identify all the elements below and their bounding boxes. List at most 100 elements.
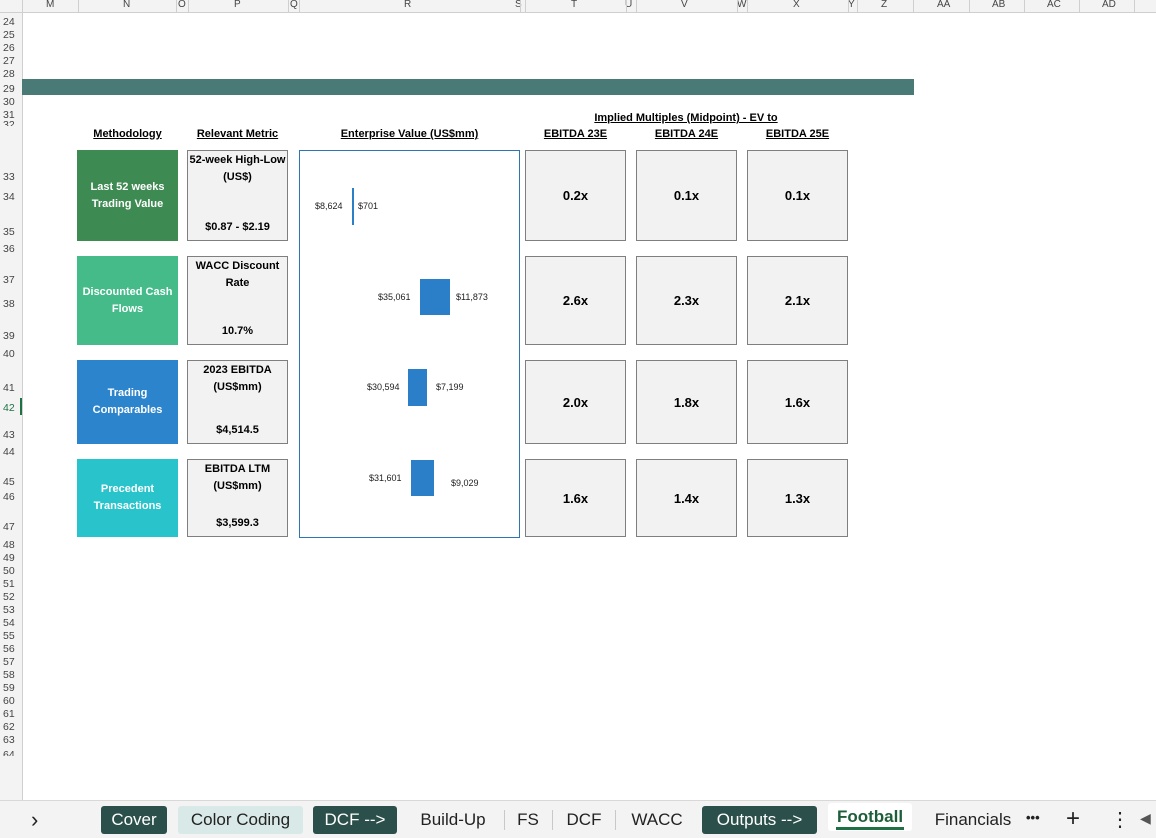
row-header-51[interactable]: 51 (3, 578, 15, 590)
multiple-cell[interactable]: 1.8x (636, 360, 737, 444)
row-header-39[interactable]: 39 (3, 330, 15, 342)
multiple-cell[interactable]: 2.0x (525, 360, 626, 444)
method-cell-52-week[interactable]: Last 52 weeks Trading Value (77, 150, 178, 241)
row-header-50[interactable]: 50 (3, 565, 15, 577)
row-header-47[interactable]: 47 (3, 521, 15, 533)
row-header-62[interactable]: 62 (3, 721, 15, 733)
multiple-cell[interactable]: 1.6x (747, 360, 848, 444)
row-header-58[interactable]: 58 (3, 669, 15, 681)
row-header-49[interactable]: 49 (3, 552, 15, 564)
column-header-n[interactable]: N (123, 0, 130, 10)
row-header-40[interactable]: 40 (3, 348, 15, 360)
row-header-63[interactable]: 63 (3, 734, 15, 746)
column-divider (1134, 0, 1135, 12)
row-header-32[interactable]: 32 (3, 119, 15, 126)
metric-box-precedent[interactable]: EBITDA LTM (US$mm) $3,599.3 (187, 459, 288, 537)
row-header-44[interactable]: 44 (3, 446, 15, 458)
multiple-cell[interactable]: 1.3x (747, 459, 848, 537)
column-header-bar[interactable]: M N O P Q R S T U V W X Y Z AA AB AC AD (0, 0, 1156, 13)
row-header-42[interactable]: 42 (3, 402, 15, 414)
row-header-33[interactable]: 33 (3, 171, 15, 183)
row-header-54[interactable]: 54 (3, 617, 15, 629)
tab-cover[interactable]: Cover (101, 806, 167, 834)
tab-build-up[interactable]: Build-Up (408, 806, 498, 834)
multiple-cell[interactable]: 1.4x (636, 459, 737, 537)
more-sheets-icon[interactable]: ••• (1026, 810, 1040, 825)
multiple-cell[interactable]: 2.1x (747, 256, 848, 345)
row-header-38[interactable]: 38 (3, 298, 15, 310)
column-header-r[interactable]: R (404, 0, 411, 10)
column-header-t[interactable]: T (571, 0, 577, 10)
row-header-46[interactable]: 46 (3, 491, 15, 503)
row-header-25[interactable]: 25 (3, 29, 15, 41)
ev-bar-precedent (411, 460, 434, 496)
row-header-30[interactable]: 30 (3, 96, 15, 108)
column-header-ab[interactable]: AB (992, 0, 1005, 10)
tab-dcf-section[interactable]: DCF --> (313, 806, 397, 834)
column-header-w[interactable]: W (737, 0, 746, 10)
tab-outputs-section[interactable]: Outputs --> (702, 806, 817, 834)
tab-financials[interactable]: Financials (924, 806, 1022, 834)
row-header-56[interactable]: 56 (3, 643, 15, 655)
row-header-36[interactable]: 36 (3, 243, 15, 255)
methodology-header: Methodology (93, 128, 162, 140)
row-header-29[interactable]: 29 (3, 83, 15, 95)
row-header-61[interactable]: 61 (3, 708, 15, 720)
column-header-y[interactable]: Y (848, 0, 855, 10)
row-header-26[interactable]: 26 (3, 42, 15, 54)
column-header-p[interactable]: P (234, 0, 241, 10)
tab-wacc[interactable]: WACC (620, 806, 694, 834)
row-header-24[interactable]: 24 (3, 16, 15, 28)
metric-box-52-week[interactable]: 52-week High-Low (US$) $0.87 - $2.19 (187, 150, 288, 241)
enterprise-value-chart[interactable]: $8,624 $701 $35,061 $11,873 $30,594 $7,1… (299, 150, 520, 538)
row-header-53[interactable]: 53 (3, 604, 15, 616)
sheet-menu-icon[interactable]: ⋮ (1110, 807, 1130, 832)
row-header-64[interactable]: 64 (3, 749, 15, 756)
metric-value: $0.87 - $2.19 (205, 221, 270, 233)
tab-dcf[interactable]: DCF (556, 806, 612, 834)
row-header-57[interactable]: 57 (3, 656, 15, 668)
row-header-34[interactable]: 34 (3, 191, 15, 203)
add-sheet-icon[interactable]: + (1066, 805, 1080, 833)
multiple-cell[interactable]: 2.3x (636, 256, 737, 345)
multiple-cell[interactable]: 2.6x (525, 256, 626, 345)
column-header-v[interactable]: V (681, 0, 688, 10)
column-header-z[interactable]: Z (881, 0, 887, 10)
multiple-cell[interactable]: 0.2x (525, 150, 626, 241)
row-header-59[interactable]: 59 (3, 682, 15, 694)
row-header-41[interactable]: 41 (3, 382, 15, 394)
method-cell-trading-comps[interactable]: Trading Comparables (77, 360, 178, 444)
row-header-27[interactable]: 27 (3, 55, 15, 67)
multiple-cell[interactable]: 0.1x (747, 150, 848, 241)
metric-box-trading-comps[interactable]: 2023 EBITDA (US$mm) $4,514.5 (187, 360, 288, 444)
row-header-55[interactable]: 55 (3, 630, 15, 642)
column-header-x[interactable]: X (793, 0, 800, 10)
column-header-q[interactable]: Q (290, 0, 298, 10)
row-header-28[interactable]: 28 (3, 68, 15, 80)
ev-low-label: $31,601 (369, 473, 402, 483)
scroll-left-icon[interactable]: ◀ (1140, 810, 1151, 827)
column-header-m[interactable]: M (46, 0, 54, 10)
tab-color-coding[interactable]: Color Coding (178, 806, 303, 834)
row-header-60[interactable]: 60 (3, 695, 15, 707)
row-header-52[interactable]: 52 (3, 591, 15, 603)
method-cell-precedent[interactable]: Precedent Transactions (77, 459, 178, 537)
tab-fs[interactable]: FS (508, 806, 548, 834)
metric-label: WACC Discount Rate (195, 260, 280, 289)
column-header-ac[interactable]: AC (1047, 0, 1061, 10)
metric-box-dcf[interactable]: WACC Discount Rate 10.7% (187, 256, 288, 345)
column-header-o[interactable]: O (178, 0, 186, 10)
method-cell-dcf[interactable]: Discounted Cash Flows (77, 256, 178, 345)
row-header-35[interactable]: 35 (3, 226, 15, 238)
row-header-43[interactable]: 43 (3, 429, 15, 441)
column-divider (176, 0, 177, 12)
column-header-ad[interactable]: AD (1102, 0, 1116, 10)
row-header-37[interactable]: 37 (3, 274, 15, 286)
multiple-cell[interactable]: 0.1x (636, 150, 737, 241)
multiple-cell[interactable]: 1.6x (525, 459, 626, 537)
tab-football[interactable]: Football (828, 803, 912, 831)
tab-scroll-next-icon[interactable]: › (31, 807, 38, 833)
column-header-aa[interactable]: AA (937, 0, 950, 10)
row-header-45[interactable]: 45 (3, 476, 15, 488)
row-header-48[interactable]: 48 (3, 539, 15, 551)
